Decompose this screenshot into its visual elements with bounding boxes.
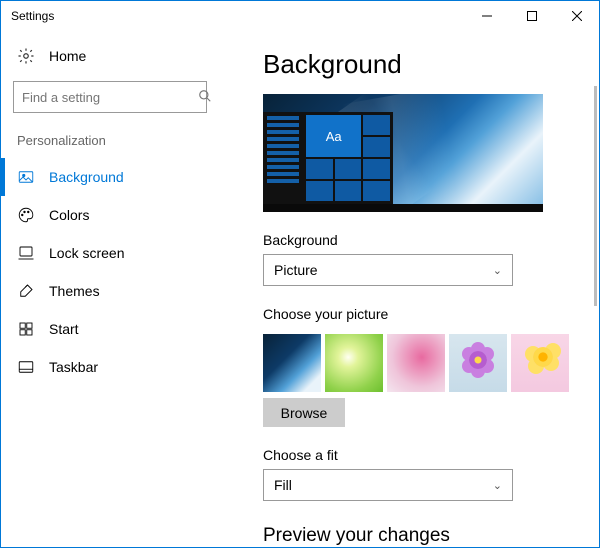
desktop-preview: Aa [263,94,543,212]
nav-item-start[interactable]: Start [1,310,219,348]
preview-changes-heading: Preview your changes [263,525,581,547]
nav-label: Themes [49,283,100,299]
minimize-button[interactable] [464,1,509,31]
background-dropdown[interactable]: Picture ⌄ [263,254,513,286]
maximize-button[interactable] [509,1,554,31]
background-dropdown-value: Picture [274,262,318,278]
search-box[interactable] [13,81,207,113]
picture-thumb-3[interactable] [387,334,445,392]
nav-label: Background [49,169,124,185]
section-header: Personalization [1,127,219,158]
nav-item-lockscreen[interactable]: Lock screen [1,234,219,272]
picture-thumb-2[interactable] [325,334,383,392]
fit-dropdown-label: Choose a fit [263,447,581,463]
picture-thumb-5[interactable] [511,334,569,392]
nav-label: Colors [49,207,89,223]
lockscreen-icon [17,244,35,262]
picture-thumb-1[interactable] [263,334,321,392]
nav-label: Start [49,321,79,337]
window-titlebar: Settings [1,1,599,31]
start-icon [17,320,35,338]
background-dropdown-label: Background [263,232,581,248]
sidebar: Home Personalization Background Colors L… [1,31,219,547]
home-label: Home [49,48,86,64]
picture-thumbnails [263,334,581,392]
picture-icon [17,168,35,186]
main-content: Background Aa Background Picture ⌄ Choos… [219,31,599,547]
themes-icon [17,282,35,300]
fit-dropdown-value: Fill [274,477,292,493]
home-button[interactable]: Home [1,39,219,73]
taskbar-icon [17,358,35,376]
nav-item-taskbar[interactable]: Taskbar [1,348,219,386]
nav-item-themes[interactable]: Themes [1,272,219,310]
choose-picture-label: Choose your picture [263,306,581,322]
chevron-down-icon: ⌄ [493,479,502,492]
nav-label: Taskbar [49,359,98,375]
fit-dropdown[interactable]: Fill ⌄ [263,469,513,501]
preview-sample-text: Aa [306,115,361,157]
nav-item-colors[interactable]: Colors [1,196,219,234]
close-button[interactable] [554,1,599,31]
window-title: Settings [1,9,464,23]
picture-thumb-4[interactable] [449,334,507,392]
nav-label: Lock screen [49,245,124,261]
search-icon [198,89,212,105]
gear-icon [17,47,35,65]
nav-item-background[interactable]: Background [1,158,219,196]
browse-button[interactable]: Browse [263,398,345,428]
search-input[interactable] [22,90,198,105]
page-title: Background [263,49,581,80]
palette-icon [17,206,35,224]
chevron-down-icon: ⌄ [493,264,502,277]
scrollbar[interactable] [594,86,597,306]
window-controls [464,1,599,31]
